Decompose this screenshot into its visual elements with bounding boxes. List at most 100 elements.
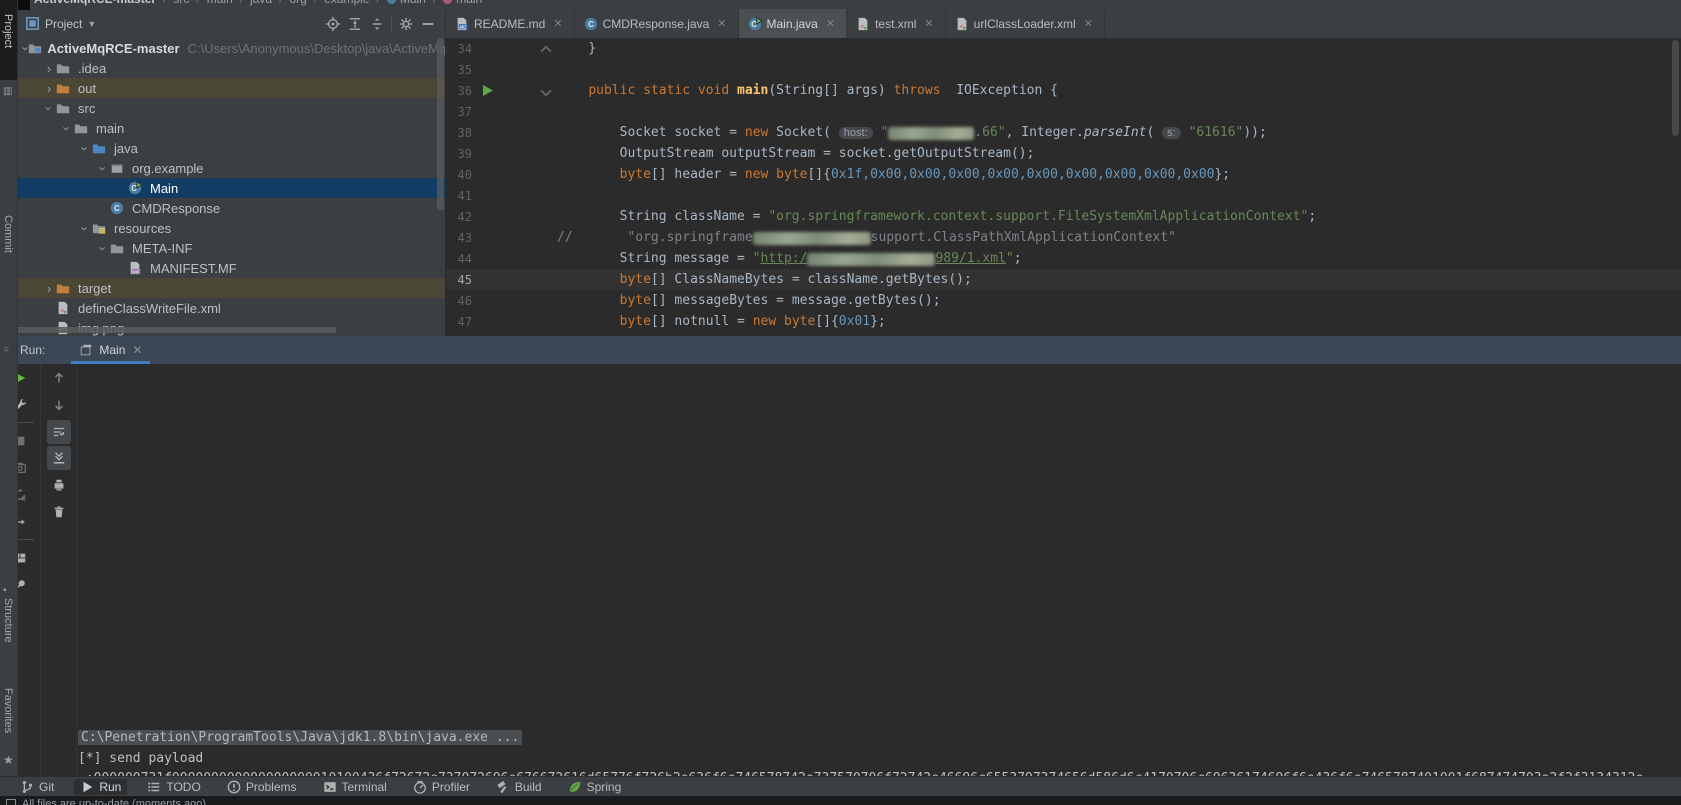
close-icon[interactable]: ✕ bbox=[824, 16, 837, 31]
chevron-down-icon[interactable]: › bbox=[60, 121, 75, 135]
chevron-right-icon[interactable]: › bbox=[42, 81, 56, 96]
statusbar-run-button[interactable]: Run bbox=[74, 779, 127, 795]
tree-item-.idea[interactable]: ›.idea bbox=[18, 58, 445, 78]
close-icon[interactable]: ✕ bbox=[551, 16, 564, 31]
tab-urlClassLoader.xml[interactable]: <urlClassLoader.xml✕ bbox=[946, 9, 1105, 38]
tab-CMDResponse.java[interactable]: CCMDResponse.java✕ bbox=[575, 9, 739, 38]
build-hammer-icon bbox=[496, 780, 510, 794]
tree-item-org.example[interactable]: ›org.example bbox=[18, 158, 445, 178]
tree-item-Main[interactable]: CMain bbox=[18, 178, 445, 198]
run-panel-header: Run:Main✕ bbox=[0, 336, 1681, 364]
close-icon[interactable]: ✕ bbox=[1082, 16, 1095, 31]
tree-item-label: CMDResponse bbox=[132, 201, 220, 216]
statusbar-terminal-button[interactable]: Terminal bbox=[317, 779, 393, 795]
tree-item-label: out bbox=[78, 81, 96, 96]
breadcrumb-item[interactable]: Main bbox=[387, 0, 426, 6]
close-icon[interactable]: ✕ bbox=[715, 16, 728, 31]
tree-item-defineClassWriteFile.xml[interactable]: <defineClassWriteFile.xml bbox=[18, 298, 445, 318]
collapse-all-button[interactable] bbox=[344, 15, 366, 33]
line-number: 44 bbox=[446, 252, 472, 266]
tree-item-main[interactable]: ›main bbox=[18, 118, 445, 138]
softwrap-button[interactable] bbox=[47, 420, 71, 444]
breadcrumb-separator: / bbox=[314, 0, 317, 6]
breadcrumb-item[interactable]: src bbox=[173, 0, 189, 6]
tree-item-ActiveMqRCE-master[interactable]: ›ActiveMqRCE-masterC:\Users\Anonymous\De… bbox=[18, 38, 445, 58]
run-gutter-icon[interactable] bbox=[480, 85, 496, 96]
tab-Main.java[interactable]: CMain.java✕ bbox=[739, 9, 848, 38]
statusbar-label: Spring bbox=[587, 780, 622, 794]
tree-item-out[interactable]: › out bbox=[18, 78, 445, 98]
statusbar-profiler-button[interactable]: Profiler bbox=[407, 779, 476, 795]
tab-label: CMDResponse.java bbox=[603, 17, 710, 31]
console-line: :000000731f000000000000000000010100436f7… bbox=[78, 769, 1681, 776]
statusbar-spring-button[interactable]: Spring bbox=[562, 779, 628, 795]
locate-button[interactable] bbox=[322, 15, 344, 33]
rail-tab-favorites[interactable]: Favorites bbox=[2, 688, 14, 733]
tree-horizontal-scrollbar[interactable] bbox=[18, 327, 336, 333]
rail-tab-commit[interactable]: Commit bbox=[2, 215, 14, 253]
chevron-down-icon[interactable]: › bbox=[78, 141, 93, 155]
breadcrumb-item[interactable]: java bbox=[250, 0, 272, 6]
chevron-down-icon[interactable]: › bbox=[96, 241, 111, 255]
chevron-down-icon[interactable]: › bbox=[19, 46, 34, 50]
expand-collapse-button[interactable] bbox=[366, 15, 388, 33]
run-console-panel[interactable]: C:\Penetration\ProgramTools\Java\jdk1.8\… bbox=[0, 364, 1681, 776]
tab-README.md[interactable]: MDREADME.md✕ bbox=[446, 9, 575, 38]
breadcrumb-separator: / bbox=[279, 0, 282, 6]
chevron-right-icon[interactable]: › bbox=[42, 61, 56, 76]
breadcrumb-item[interactable]: org bbox=[289, 0, 306, 6]
structure-icon[interactable]: ▪ bbox=[3, 585, 7, 596]
chevron-down-icon[interactable]: › bbox=[96, 161, 111, 175]
chevron-right-icon[interactable]: › bbox=[42, 281, 56, 296]
clear-button[interactable] bbox=[41, 498, 76, 525]
hide-panel-button[interactable] bbox=[417, 15, 439, 33]
star-icon[interactable]: ★ bbox=[3, 753, 14, 767]
down-arrow-button[interactable] bbox=[41, 391, 76, 418]
chevron-down-icon[interactable]: › bbox=[42, 101, 57, 115]
rail-tab-project[interactable]: Project bbox=[0, 0, 17, 80]
tree-item-src[interactable]: ›src bbox=[18, 98, 445, 118]
statusbar-label: Terminal bbox=[342, 780, 387, 794]
statusbar-problems-button[interactable]: Problems bbox=[221, 779, 303, 795]
toolwindow-icon[interactable]: ▥ bbox=[3, 86, 12, 97]
line-number: 47 bbox=[446, 315, 472, 329]
project-panel-title[interactable]: Project bbox=[45, 17, 82, 31]
close-icon[interactable]: ✕ bbox=[922, 16, 935, 31]
breadcrumb-item[interactable]: main bbox=[207, 0, 233, 6]
chevron-down-icon[interactable]: › bbox=[78, 221, 93, 235]
fold-marker-icon[interactable] bbox=[541, 86, 551, 96]
project-tree[interactable]: ›ActiveMqRCE-masterC:\Users\Anonymous\De… bbox=[18, 38, 445, 336]
tree-item-java[interactable]: ›java bbox=[18, 138, 445, 158]
code-line-39: 39 OutputStream outputStream = socket.ge… bbox=[446, 143, 1681, 164]
svg-text:MD: MD bbox=[459, 24, 466, 29]
tree-vertical-scrollbar[interactable] bbox=[437, 38, 444, 210]
editor-scrollbar[interactable] bbox=[1672, 40, 1679, 136]
statusbar-todo-button[interactable]: TODO bbox=[141, 779, 206, 795]
tree-item-CMDResponse[interactable]: CCMDResponse bbox=[18, 198, 445, 218]
statusbar-build-button[interactable]: Build bbox=[490, 779, 548, 795]
fold-marker-icon[interactable] bbox=[541, 44, 551, 54]
code-line-46: 46 byte[] messageBytes = message.getByte… bbox=[446, 290, 1681, 311]
up-arrow-button[interactable] bbox=[41, 364, 76, 391]
statusbar-git-button[interactable]: Git bbox=[14, 779, 60, 795]
scroll-end-button[interactable] bbox=[47, 446, 71, 470]
line-number: 42 bbox=[446, 210, 472, 224]
svg-text:<: < bbox=[60, 307, 64, 314]
tree-item-META-INF[interactable]: ›META-INF bbox=[18, 238, 445, 258]
print-button[interactable] bbox=[41, 471, 76, 498]
breadcrumb-item[interactable]: ActiveMqRCE-master bbox=[34, 0, 156, 6]
rail-tab-structure[interactable]: Structure bbox=[2, 598, 14, 643]
tab-test.xml[interactable]: <test.xml✕ bbox=[847, 9, 946, 38]
tree-item-target[interactable]: ›target bbox=[18, 278, 445, 298]
settings-gear-button[interactable] bbox=[395, 15, 417, 33]
close-icon[interactable]: ✕ bbox=[132, 343, 142, 357]
tree-item-resources[interactable]: ›resources bbox=[18, 218, 445, 238]
breadcrumb-item[interactable]: example bbox=[324, 0, 369, 6]
ide-window: ActiveMqRCE-master/src/main/java/org/exa… bbox=[0, 0, 1681, 805]
bookmark-icon[interactable]: ○ bbox=[3, 344, 9, 355]
editor-code-area[interactable]: 34 }3536 public static void main(String[… bbox=[446, 38, 1681, 336]
breadcrumb-item[interactable]: main bbox=[443, 0, 482, 6]
run-tab-main[interactable]: Main✕ bbox=[71, 336, 150, 364]
tree-item-MANIFEST.MF[interactable]: MFMANIFEST.MF bbox=[18, 258, 445, 278]
class-icon bbox=[387, 0, 396, 4]
